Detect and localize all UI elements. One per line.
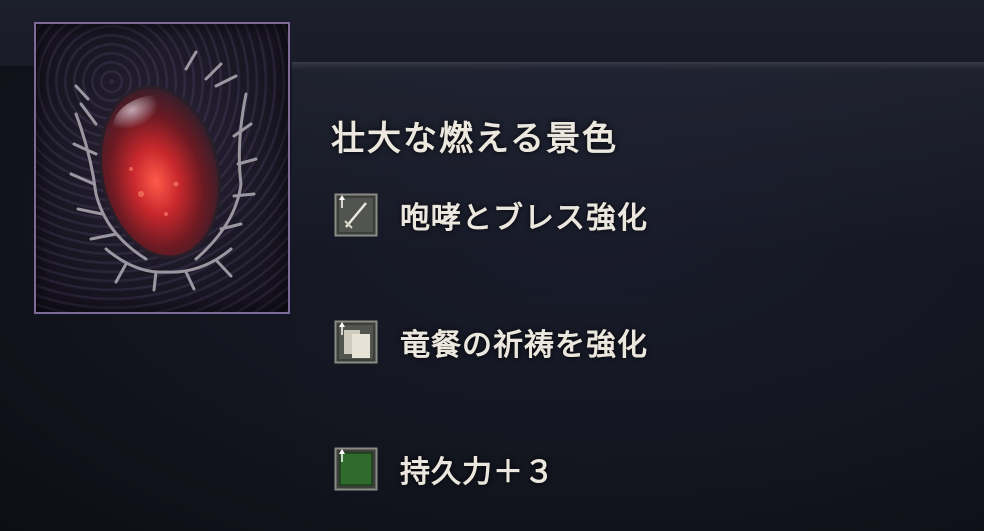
red-gem-icon [69, 50, 258, 292]
effect-label: 持久力＋３ [400, 455, 555, 490]
item-portrait-frame [34, 22, 290, 314]
panel-edge-divider [292, 62, 984, 72]
item-title: 壮大な燃える景色 [331, 119, 618, 159]
green-square-up-icon [334, 447, 378, 491]
sword-up-icon [334, 193, 378, 237]
effect-row: 咆哮とブレス強化 [334, 193, 648, 237]
effect-row: 持久力＋３ [334, 447, 555, 491]
effect-label: 咆哮とブレス強化 [400, 201, 648, 236]
effect-label: 竜餐の祈祷を強化 [400, 328, 648, 363]
effect-row: 竜餐の祈祷を強化 [334, 320, 648, 364]
scroll-up-icon [334, 320, 378, 364]
